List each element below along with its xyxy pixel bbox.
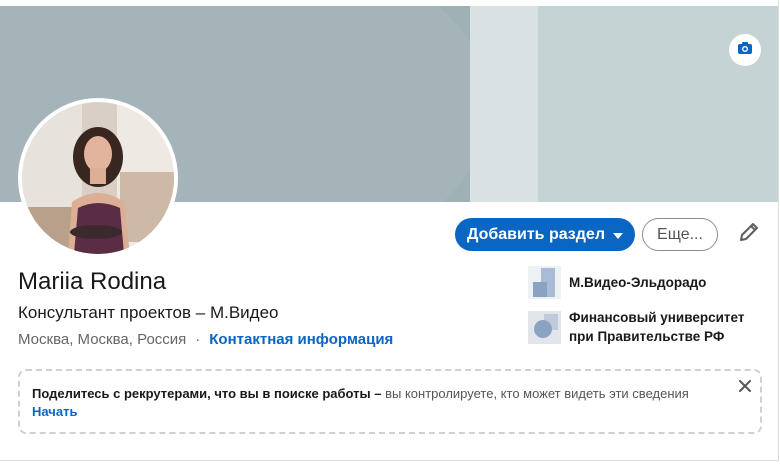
- notice-regular-text: вы контролируете, кто может видеть эти с…: [381, 386, 689, 401]
- add-section-button[interactable]: Добавить раздел: [455, 218, 635, 251]
- current-company-item[interactable]: М.Видео-Эльдорадо: [528, 266, 754, 299]
- pencil-icon: [738, 221, 760, 248]
- edit-banner-button[interactable]: [729, 34, 761, 66]
- notice-start-link[interactable]: Начать: [32, 404, 77, 419]
- company-logo-icon: [528, 266, 561, 299]
- company-name: М.Видео-Эльдорадо: [569, 275, 707, 290]
- more-button[interactable]: Еще...: [642, 218, 718, 251]
- profile-location: Москва, Москва, Россия: [18, 331, 187, 348]
- notice-close-button[interactable]: [734, 377, 756, 399]
- location-row: Москва, Москва, Россия · Контактная инфо…: [18, 331, 393, 348]
- caret-down-icon: [612, 226, 623, 244]
- school-logo-icon: [528, 310, 561, 344]
- close-icon: [739, 379, 751, 397]
- profile-avatar[interactable]: [18, 98, 178, 258]
- separator-dot: ·: [195, 331, 201, 348]
- profile-card: Добавить раздел Еще... Mariia Rodina Кон…: [0, 0, 779, 461]
- banner-shape-stripe: [470, 6, 540, 202]
- profile-headline: Консультант проектов – М.Видео: [18, 303, 279, 322]
- education-item[interactable]: Финансовый университет при Правительстве…: [528, 308, 754, 346]
- notice-bold-text: Поделитесь с рекрутерами, что вы в поиск…: [32, 386, 382, 401]
- notice-text: Поделитесь с рекрутерами, что вы в поиск…: [32, 385, 722, 403]
- contact-info-link[interactable]: Контактная информация: [209, 331, 393, 348]
- profile-name: Mariia Rodina: [18, 268, 167, 295]
- more-label: Еще...: [657, 225, 703, 243]
- open-to-work-notice: Поделитесь с рекрутерами, что вы в поиск…: [18, 369, 762, 434]
- add-section-label: Добавить раздел: [467, 225, 605, 243]
- edit-intro-button[interactable]: [735, 220, 763, 248]
- camera-icon: [737, 41, 753, 60]
- school-name: Финансовый университет при Правительстве…: [569, 310, 745, 344]
